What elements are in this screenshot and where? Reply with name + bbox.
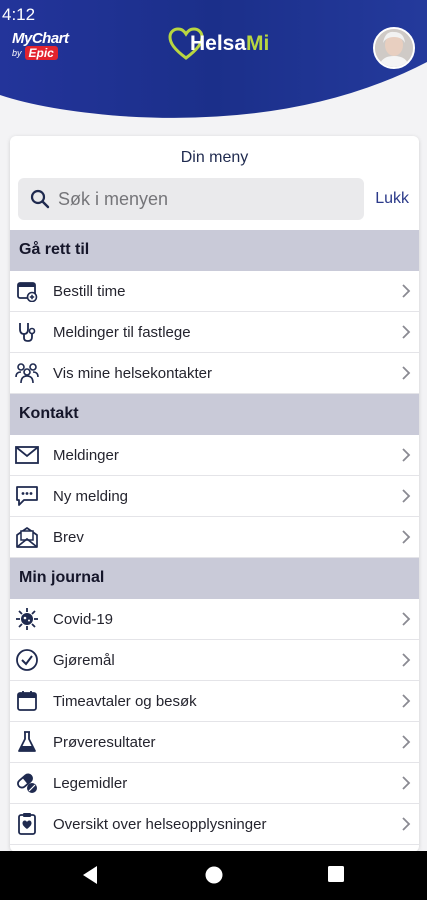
section-header-kontakt: Kontakt	[10, 394, 419, 435]
calendar-add-icon	[14, 278, 40, 304]
menu-item-label: Bestill time	[53, 282, 126, 300]
calendar-icon	[14, 688, 40, 714]
app-header: 4:12 MyChart by Epic HelsaMi	[0, 0, 427, 120]
chat-icon	[14, 483, 40, 509]
virus-icon	[14, 606, 40, 632]
menu-item-label: Covid-19	[53, 610, 114, 628]
back-icon[interactable]	[81, 865, 99, 885]
menu-item-label: Meldinger til fastlege	[53, 323, 191, 341]
by-text: by	[12, 48, 22, 58]
menu-item-label: Ny melding	[53, 487, 129, 505]
chevron-right-icon	[402, 366, 411, 380]
menu-item-timeavtaler-og-besok[interactable]: Timeavtaler og besøk	[10, 681, 419, 722]
section-header-ga-rett-til: Gå rett til	[10, 230, 419, 271]
menu-item-meldinger[interactable]: Meldinger	[10, 435, 419, 476]
search-input[interactable]	[58, 188, 338, 210]
chevron-right-icon	[402, 530, 411, 544]
menu-item-label: Gjøremål	[53, 651, 115, 669]
mychart-logo: MyChart by Epic	[12, 30, 69, 60]
menu-item-label: Oversikt over helseopplysninger	[53, 815, 267, 833]
stethoscope-icon	[14, 319, 40, 345]
home-icon[interactable]	[204, 865, 224, 885]
flask-icon	[14, 729, 40, 755]
close-menu-button[interactable]: Lukk	[375, 190, 409, 208]
chevron-right-icon	[402, 448, 411, 462]
menu-item-brev[interactable]: Brev	[10, 517, 419, 558]
menu-item-label: Brev	[53, 528, 84, 546]
envelope-icon	[14, 442, 40, 468]
menu-item-label: Legemidler	[53, 774, 128, 792]
menu-item-vis-mine-helsekontakter[interactable]: Vis mine helsekontakter	[10, 353, 419, 394]
menu-item-gjoremal[interactable]: Gjøremål	[10, 640, 419, 681]
menu-item-legemidler[interactable]: Legemidler	[10, 763, 419, 804]
status-bar-time: 4:12	[2, 5, 36, 24]
avatar[interactable]	[373, 27, 415, 69]
section-header-min-journal: Min journal	[10, 558, 419, 599]
helsami-logo: HelsaMi	[168, 27, 269, 61]
chevron-right-icon	[402, 284, 411, 298]
pills-icon	[14, 770, 40, 796]
menu-item-bestill-time[interactable]: Bestill time	[10, 271, 419, 312]
brand-suffix: Mi	[246, 32, 270, 55]
menu-panel: Din meny Lukk Gå rett til Bestill time M…	[10, 136, 419, 852]
menu-item-label: Timeavtaler og besøk	[53, 692, 197, 710]
chevron-right-icon	[402, 489, 411, 503]
menu-item-label: Meldinger	[53, 446, 119, 464]
search-icon	[30, 189, 50, 209]
chevron-right-icon	[402, 612, 411, 626]
menu-item-proveresultater[interactable]: Prøveresultater	[10, 722, 419, 763]
clipboard-heart-icon	[14, 811, 40, 837]
chevron-right-icon	[402, 776, 411, 790]
system-navigation-bar	[0, 851, 427, 900]
chevron-right-icon	[402, 735, 411, 749]
menu-item-label: Vis mine helsekontakter	[53, 364, 212, 382]
menu-item-label: Prøveresultater	[53, 733, 156, 751]
check-circle-icon	[14, 647, 40, 673]
people-icon	[14, 360, 40, 386]
mychart-wordmark: MyChart	[12, 30, 69, 47]
search-box[interactable]	[18, 178, 364, 220]
menu-title: Din meny	[180, 149, 249, 166]
letter-icon	[14, 524, 40, 550]
menu-item-covid-19[interactable]: Covid-19	[10, 599, 419, 640]
menu-item-meldinger-til-fastlege[interactable]: Meldinger til fastlege	[10, 312, 419, 353]
epic-badge: Epic	[24, 46, 58, 60]
chevron-right-icon	[402, 694, 411, 708]
menu-item-oversikt-over-helseopplysninger[interactable]: Oversikt over helseopplysninger	[10, 804, 419, 845]
chevron-right-icon	[402, 653, 411, 667]
user-photo-icon	[375, 29, 413, 67]
menu-item-ny-melding[interactable]: Ny melding	[10, 476, 419, 517]
chevron-right-icon	[402, 325, 411, 339]
chevron-right-icon	[402, 817, 411, 831]
brand-prefix: Helsa	[190, 32, 247, 55]
recents-icon[interactable]	[327, 865, 345, 883]
